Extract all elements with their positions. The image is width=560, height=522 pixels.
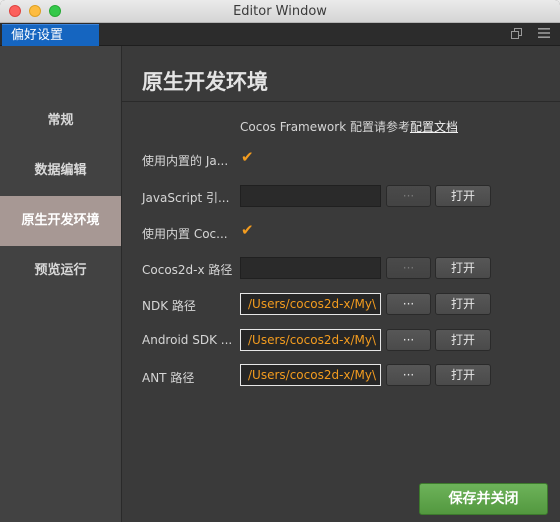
popout-icon[interactable] — [510, 27, 524, 41]
cocos2dx-path-label: Cocos2d-x 路径 — [142, 263, 233, 277]
ndk-open-button[interactable]: 打开 — [435, 293, 491, 315]
ant-path-label: ANT 路径 — [142, 371, 195, 385]
sidebar: 常规 数据编辑 原生开发环境 预览运行 — [0, 46, 122, 522]
ndk-browse-button[interactable]: ··· — [386, 293, 431, 315]
android-sdk-open-button[interactable]: 打开 — [435, 329, 491, 351]
builtin-cocos-checkbox[interactable]: ✔ — [240, 221, 254, 240]
tab-preferences[interactable]: 偏好设置 — [2, 24, 99, 46]
js-engine-browse-button[interactable]: ··· — [386, 185, 431, 207]
sidebar-item-general[interactable]: 常规 — [0, 96, 121, 146]
cocos2dx-browse-button[interactable]: ··· — [386, 257, 431, 279]
main-panel: 原生开发环境 Cocos Framework 配置请参考配置文档 使用内置的 J… — [122, 46, 560, 522]
ant-path-input[interactable]: /Users/cocos2d-x/My\ — [240, 364, 381, 386]
sidebar-item-native-env[interactable]: 原生开发环境 — [0, 196, 121, 246]
save-and-close-button[interactable]: 保存并关闭 — [419, 483, 548, 515]
sidebar-item-data-editor[interactable]: 数据编辑 — [0, 146, 121, 196]
builtin-js-label: 使用内置的 Ja... — [142, 154, 229, 168]
ant-browse-button[interactable]: ··· — [386, 364, 431, 386]
window-title: Editor Window — [233, 4, 327, 19]
framework-note-text: Cocos Framework 配置请参考 — [240, 120, 410, 134]
title-divider — [122, 101, 560, 102]
cocos2dx-open-button[interactable]: 打开 — [435, 257, 491, 279]
editor-window: Editor Window 偏好设置 常规 数据编辑 原生开发环境 预览运行 原… — [0, 0, 560, 522]
android-sdk-browse-button[interactable]: ··· — [386, 329, 431, 351]
config-doc-link[interactable]: 配置文档 — [410, 120, 458, 134]
hamburger-menu-icon[interactable] — [537, 27, 551, 41]
ant-open-button[interactable]: 打开 — [435, 364, 491, 386]
checkmark-icon: ✔ — [241, 148, 254, 166]
ndk-path-label: NDK 路径 — [142, 299, 196, 313]
title-bar: Editor Window — [0, 0, 560, 23]
cocos2dx-path-input[interactable] — [240, 257, 381, 279]
page-title: 原生开发环境 — [142, 70, 268, 94]
js-engine-open-button[interactable]: 打开 — [435, 185, 491, 207]
sidebar-item-preview-run[interactable]: 预览运行 — [0, 246, 121, 296]
android-sdk-label: Android SDK ... — [142, 333, 233, 347]
builtin-cocos-label: 使用内置 Coc... — [142, 227, 228, 241]
builtin-js-checkbox[interactable]: ✔ — [240, 148, 254, 167]
js-engine-path-input[interactable] — [240, 185, 381, 207]
js-engine-label: JavaScript 引... — [142, 191, 230, 205]
android-sdk-path-input[interactable]: /Users/cocos2d-x/My\ — [240, 329, 381, 351]
ndk-path-input[interactable]: /Users/cocos2d-x/My\ — [240, 293, 381, 315]
checkmark-icon: ✔ — [241, 221, 254, 239]
tab-strip: 偏好设置 — [0, 23, 560, 46]
framework-note: Cocos Framework 配置请参考配置文档 — [240, 118, 458, 135]
